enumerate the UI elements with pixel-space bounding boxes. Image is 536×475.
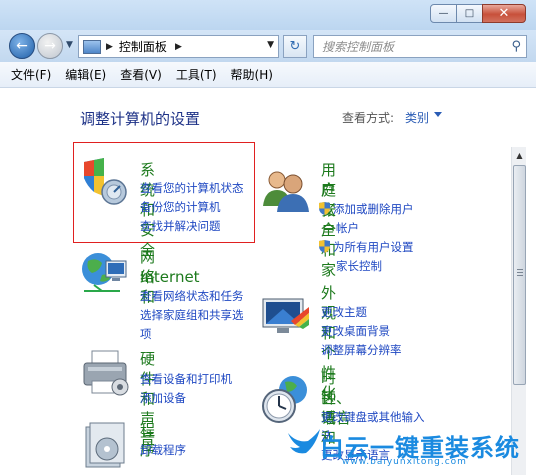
address-bar[interactable]: ▶ 控制面板 ▶ ▼ bbox=[78, 35, 279, 58]
uac-shield-icon bbox=[319, 202, 330, 215]
refresh-icon: ↻ bbox=[289, 39, 301, 54]
title-bar: — □ ✕ bbox=[0, 0, 536, 30]
link-desktop-background[interactable]: 更改桌面背景 bbox=[321, 322, 390, 341]
menu-view[interactable]: 查看(V) bbox=[120, 66, 162, 83]
search-icon[interactable]: ⚲ bbox=[511, 39, 521, 54]
recent-pages-dropdown[interactable]: ▼ bbox=[66, 40, 73, 50]
scroll-thumb[interactable] bbox=[513, 165, 526, 385]
watermark: 白云一键重装系统 www.baiyunxitong.com bbox=[286, 425, 531, 471]
scroll-up-icon[interactable]: ▲ bbox=[512, 147, 527, 163]
printer-icon[interactable] bbox=[80, 349, 130, 399]
menu-edit[interactable]: 编辑(E) bbox=[65, 66, 106, 83]
link-add-remove-users[interactable]: 添加或删除用户 bbox=[319, 200, 414, 219]
link-troubleshoot[interactable]: 查找并解决问题 bbox=[140, 217, 221, 236]
users-icon[interactable] bbox=[261, 166, 311, 216]
link-homegroup[interactable]: 选择家庭组和共享选 bbox=[140, 306, 244, 325]
link-devices-printers[interactable]: 查看设备和打印机 bbox=[140, 370, 232, 389]
link-add-remove-users-cont[interactable]: 帐户 bbox=[336, 219, 359, 238]
menu-bar: 文件(F) 编辑(E) 查看(V) 工具(T) 帮助(H) bbox=[0, 62, 536, 88]
address-separator-end[interactable]: ▶ bbox=[175, 42, 182, 52]
menu-file[interactable]: 文件(F) bbox=[11, 66, 51, 83]
link-change-theme[interactable]: 更改主题 bbox=[321, 303, 367, 322]
address-dropdown-icon[interactable]: ▼ bbox=[267, 40, 274, 50]
control-panel-icon bbox=[83, 39, 101, 54]
watermark-url: www.baiyunxitong.com bbox=[342, 457, 467, 467]
view-by-label: 查看方式: bbox=[342, 111, 395, 125]
bird-logo-icon bbox=[288, 429, 320, 454]
maximize-icon: □ bbox=[464, 8, 475, 19]
caption-buttons: — □ ✕ bbox=[430, 4, 526, 23]
address-separator[interactable]: ▶ bbox=[106, 42, 113, 52]
search-box[interactable]: 搜索控制面板 ⚲ bbox=[313, 35, 527, 58]
display-icon[interactable] bbox=[261, 291, 311, 341]
programs-icon[interactable] bbox=[80, 419, 130, 469]
link-add-remove-users-text[interactable]: 添加或删除用户 bbox=[333, 202, 414, 216]
link-add-device[interactable]: 添加设备 bbox=[140, 389, 186, 408]
clock-globe-icon[interactable] bbox=[261, 374, 311, 424]
address-path[interactable]: 控制面板 bbox=[119, 38, 167, 55]
close-button[interactable]: ✕ bbox=[482, 4, 526, 23]
link-homegroup-cont[interactable]: 项 bbox=[140, 325, 152, 344]
link-view-status[interactable]: 查看您的计算机状态 bbox=[140, 179, 244, 198]
content-area: 调整计算机的设置 查看方式: 类别 系统和安全 查看您的计算机状态 备份您的计算… bbox=[0, 89, 536, 475]
back-button[interactable]: ← bbox=[9, 33, 35, 59]
arrow-right-icon: → bbox=[44, 38, 56, 54]
view-by-dropdown[interactable]: 类别 bbox=[405, 109, 429, 126]
category-title-line2[interactable]: Internet bbox=[140, 267, 200, 287]
link-parental-controls-text[interactable]: 为所有用户设置 bbox=[333, 240, 414, 254]
link-parental-controls[interactable]: 为所有用户设置 bbox=[319, 238, 414, 257]
shield-icon[interactable] bbox=[80, 156, 130, 206]
uac-shield-icon bbox=[319, 240, 330, 253]
menu-help[interactable]: 帮助(H) bbox=[231, 66, 273, 83]
minimize-button[interactable]: — bbox=[430, 4, 457, 23]
close-icon: ✕ bbox=[498, 6, 510, 21]
refresh-button[interactable]: ↻ bbox=[283, 35, 307, 58]
navigation-bar: ← → ▼ ▶ 控制面板 ▶ ▼ ↻ 搜索控制面板 ⚲ bbox=[0, 30, 536, 62]
link-network-status[interactable]: 查看网络状态和任务 bbox=[140, 287, 244, 306]
page-title: 调整计算机的设置 bbox=[80, 110, 201, 128]
link-uninstall[interactable]: 卸载程序 bbox=[140, 441, 186, 460]
minimize-icon: — bbox=[438, 8, 449, 19]
maximize-button[interactable]: □ bbox=[457, 4, 482, 23]
forward-button[interactable]: → bbox=[37, 33, 63, 59]
menu-tools[interactable]: 工具(T) bbox=[176, 66, 217, 83]
chevron-down-icon[interactable] bbox=[434, 112, 442, 117]
link-screen-resolution[interactable]: 调整屏幕分辨率 bbox=[321, 341, 402, 360]
grip-icon bbox=[517, 269, 523, 277]
globe-network-icon[interactable] bbox=[80, 247, 130, 297]
link-parental-controls-cont[interactable]: 家长控制 bbox=[336, 257, 382, 276]
link-backup[interactable]: 备份您的计算机 bbox=[140, 198, 221, 217]
arrow-left-icon: ← bbox=[16, 38, 28, 54]
search-input[interactable]: 搜索控制面板 bbox=[322, 38, 511, 55]
